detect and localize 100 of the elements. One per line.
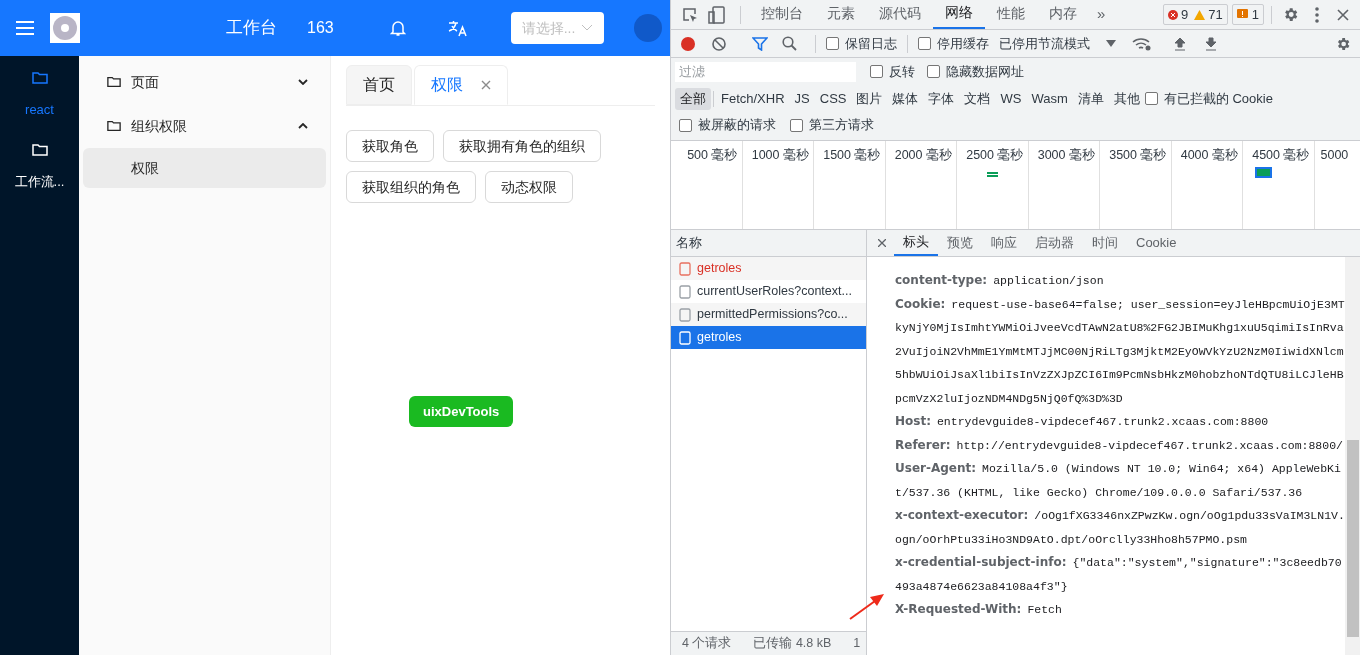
checkbox[interactable] bbox=[918, 37, 931, 50]
checkbox-option[interactable]: 停用缓存 bbox=[918, 33, 989, 54]
detail-tab[interactable]: 响应 bbox=[982, 230, 1026, 256]
count-label: 163 bbox=[307, 18, 334, 38]
action-button[interactable]: 获取拥有角色的组织 bbox=[443, 130, 601, 162]
rail-item[interactable]: react bbox=[25, 100, 54, 120]
timeline-tick: 5000 bbox=[1320, 147, 1349, 164]
type-filter[interactable]: 全部 bbox=[675, 87, 711, 110]
timeline-tick: 2000 毫秒 bbox=[894, 147, 952, 164]
document-icon bbox=[679, 284, 691, 299]
request-row[interactable]: getroles bbox=[671, 326, 866, 349]
checkbox[interactable] bbox=[927, 65, 940, 78]
device-icon[interactable] bbox=[708, 5, 726, 24]
dropdown-arrow-icon[interactable] bbox=[1106, 40, 1116, 47]
filter-icon[interactable] bbox=[752, 36, 768, 51]
checkbox-option[interactable]: 有已拦截的 Cookie bbox=[1144, 88, 1273, 109]
menu-item[interactable]: 页面 bbox=[79, 60, 330, 104]
status-text: 已传输 4.8 kB bbox=[752, 635, 833, 653]
timing-bar bbox=[1255, 167, 1272, 178]
folder-icon bbox=[107, 75, 121, 89]
menu-icon[interactable] bbox=[16, 20, 34, 36]
checkbox-option[interactable]: 第三方请求 bbox=[790, 115, 874, 135]
devtools-tab[interactable]: 元素 bbox=[815, 0, 867, 29]
action-button[interactable]: 动态权限 bbox=[485, 171, 573, 203]
close-icon[interactable] bbox=[1337, 8, 1349, 21]
column-header[interactable]: 名称 bbox=[671, 230, 866, 257]
devtools-tab[interactable]: 控制台 bbox=[749, 0, 815, 29]
download-icon[interactable] bbox=[1205, 36, 1217, 51]
checkbox-option[interactable]: 反转 bbox=[870, 61, 915, 82]
checkbox-option[interactable]: 被屏蔽的请求 bbox=[679, 115, 776, 135]
close-icon[interactable] bbox=[878, 239, 886, 247]
translate-icon[interactable] bbox=[447, 19, 467, 37]
more-options-icon[interactable] bbox=[1315, 6, 1319, 23]
timeline-tick: 1500 毫秒 bbox=[823, 147, 881, 164]
action-button[interactable]: 获取组织的角色 bbox=[346, 171, 476, 203]
type-filter[interactable]: 文档 bbox=[959, 87, 996, 110]
header-line: x-credential-subject-info: {"data":"system","signature":"3c8eedb70493a4874e6623a84108a4f3"} bbox=[895, 554, 1343, 595]
header-title[interactable]: 工作台 bbox=[226, 15, 277, 41]
type-filter[interactable]: 清单 bbox=[1072, 87, 1109, 110]
checkbox[interactable] bbox=[826, 37, 839, 50]
upload-icon[interactable] bbox=[1174, 36, 1186, 51]
action-button[interactable]: 获取角色 bbox=[346, 130, 434, 162]
warning-icon bbox=[1194, 9, 1206, 20]
request-row[interactable]: getroles bbox=[671, 257, 866, 280]
header-line: content-type: application/json bbox=[895, 272, 1105, 289]
checkbox-option[interactable]: 隐藏数据网址 bbox=[927, 61, 1024, 82]
folder-icon bbox=[107, 119, 121, 133]
console-messages-button[interactable]: 9 71 bbox=[1163, 4, 1228, 25]
request-row[interactable]: permittedPermissions?co... bbox=[671, 303, 866, 326]
document-icon bbox=[679, 261, 691, 276]
type-filter[interactable]: Fetch/XHR bbox=[716, 87, 790, 110]
type-filter[interactable]: JS bbox=[789, 87, 815, 110]
inspect-icon[interactable] bbox=[682, 6, 698, 23]
bell-icon[interactable] bbox=[389, 19, 406, 37]
clear-icon[interactable] bbox=[712, 36, 726, 51]
error-icon bbox=[1168, 9, 1179, 20]
type-filter[interactable]: Wasm bbox=[1026, 87, 1073, 110]
checkbox[interactable] bbox=[790, 118, 803, 132]
close-icon[interactable] bbox=[481, 80, 491, 90]
timeline-tick: 1000 毫秒 bbox=[751, 147, 809, 164]
menu-item[interactable]: 组织权限 bbox=[79, 104, 330, 148]
page-tab[interactable]: 首页 bbox=[346, 65, 412, 105]
devtools-tab[interactable]: 性能 bbox=[985, 0, 1037, 29]
checkbox[interactable] bbox=[870, 65, 883, 78]
submenu-item[interactable]: 权限 bbox=[83, 148, 326, 188]
disc-logo-icon bbox=[50, 13, 80, 43]
wifi-settings-icon[interactable] bbox=[1132, 36, 1152, 51]
checkbox[interactable] bbox=[679, 118, 692, 132]
type-filter[interactable]: 其他 bbox=[1108, 87, 1145, 110]
scrollbar[interactable] bbox=[1345, 257, 1360, 655]
more-tabs-button[interactable]: » bbox=[1097, 3, 1106, 26]
page-tab[interactable]: 权限 bbox=[414, 65, 508, 105]
throttling-select[interactable]: 已停用节流模式 bbox=[999, 33, 1090, 54]
annotation-arrow bbox=[849, 592, 885, 620]
checkbox[interactable] bbox=[1144, 92, 1158, 105]
type-filter[interactable]: 字体 bbox=[923, 87, 960, 110]
detail-tab[interactable]: 预览 bbox=[938, 230, 982, 256]
type-filter[interactable]: 图片 bbox=[851, 87, 888, 110]
record-icon[interactable] bbox=[681, 36, 695, 51]
checkbox-option[interactable]: 保留日志 bbox=[826, 33, 897, 54]
issues-button[interactable]: 1 bbox=[1231, 4, 1264, 25]
search-icon[interactable] bbox=[782, 36, 797, 51]
header-line: X-Requested-With: Fetch bbox=[895, 601, 1063, 618]
filter-field[interactable]: 过滤 bbox=[675, 61, 856, 82]
devtools-tab[interactable]: 源代码 bbox=[867, 0, 933, 29]
type-filter[interactable]: CSS bbox=[814, 87, 852, 110]
detail-tab[interactable]: 时间 bbox=[1083, 230, 1127, 256]
settings-icon[interactable] bbox=[1335, 35, 1351, 52]
issue-flag-icon bbox=[1236, 9, 1248, 20]
detail-tab[interactable]: Cookie bbox=[1127, 230, 1186, 256]
rail-item[interactable]: 工作流... bbox=[14, 171, 65, 191]
folder-icon[interactable] bbox=[31, 141, 48, 158]
type-filter[interactable]: 媒体 bbox=[887, 87, 924, 110]
type-filter[interactable]: WS bbox=[995, 87, 1027, 110]
detail-tab[interactable]: 标头 bbox=[894, 230, 938, 256]
timeline-tick: 3000 毫秒 bbox=[1037, 147, 1095, 164]
settings-icon[interactable] bbox=[1282, 6, 1299, 23]
devtools-tab[interactable]: 内存 bbox=[1037, 0, 1089, 29]
timing-bar bbox=[987, 172, 998, 177]
detail-tab[interactable]: 启动器 bbox=[1026, 230, 1083, 256]
